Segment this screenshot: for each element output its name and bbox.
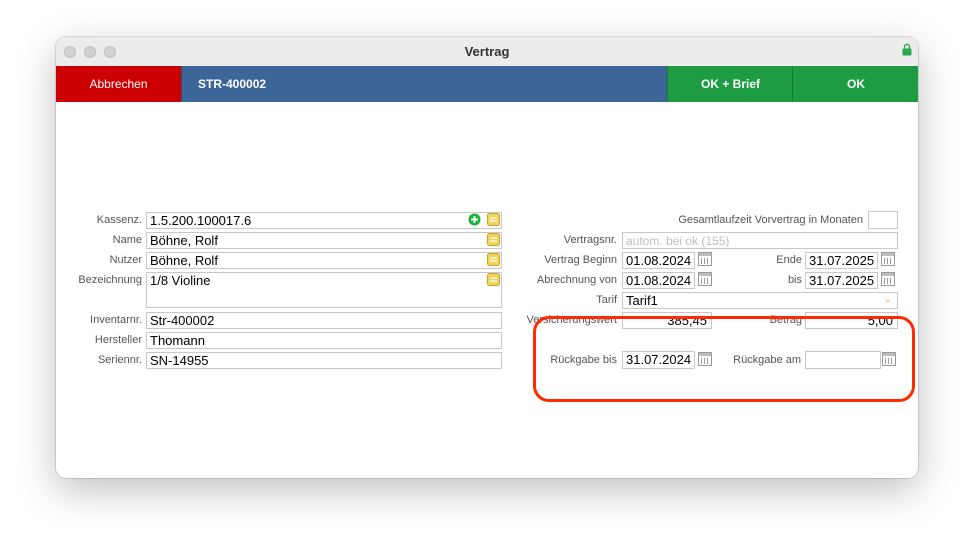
calendar-icon[interactable]	[881, 272, 895, 286]
name-label: Name	[112, 234, 142, 246]
bis-label: bis	[787, 274, 802, 286]
window-title: Vertrag	[464, 44, 510, 59]
calendar-icon[interactable]	[881, 252, 895, 266]
inventarnr-field[interactable]: Str-400002	[146, 312, 502, 329]
hersteller-label: Hersteller	[94, 334, 142, 346]
contract-window: Vertrag Abbrechen STR-400002 OK + Brief …	[56, 37, 918, 478]
vertrag-beginn-label: Vertrag Beginn	[544, 254, 617, 266]
rueckgabe-am-label: Rückgabe am	[733, 354, 801, 366]
versicherungswert-label: Versicherungswert	[526, 314, 618, 326]
cancel-button[interactable]: Abbrechen	[56, 66, 181, 102]
abrechnung-von-field[interactable]: 01.08.2024	[622, 272, 695, 289]
gesamtlaufzeit-label: Gesamtlaufzeit Vorvertrag in Monaten	[678, 214, 863, 226]
ende-field[interactable]: 31.07.2025	[805, 252, 878, 269]
betrag-label: Betrag	[769, 314, 802, 326]
add-icon[interactable]	[468, 213, 481, 226]
chevron-down-icon[interactable]: ⌄	[884, 295, 892, 304]
abrechnung-von-label: Abrechnung von	[536, 274, 617, 286]
lookup-icon[interactable]	[487, 273, 500, 286]
nutzer-field[interactable]: Böhne, Rolf	[146, 252, 502, 269]
ok-button[interactable]: OK	[792, 66, 918, 102]
kassenz-field[interactable]: 1.5.200.100017.6	[146, 212, 502, 229]
versicherungswert-field[interactable]: 385,45	[622, 312, 712, 329]
rueckgabe-bis-label: Rückgabe bis	[550, 354, 617, 366]
name-field[interactable]: Böhne, Rolf	[146, 232, 502, 249]
nutzer-label: Nutzer	[109, 254, 142, 266]
betrag-field[interactable]: 5,00	[805, 312, 898, 329]
calendar-icon[interactable]	[882, 352, 896, 366]
tarif-label: Tarif	[596, 294, 617, 306]
calendar-icon[interactable]	[698, 272, 712, 286]
seriennr-label: Seriennr.	[97, 354, 142, 366]
vertrag-beginn-field[interactable]: 01.08.2024	[622, 252, 695, 269]
vertragsnr-field[interactable]: autom. bei ok (155)	[622, 232, 898, 249]
lock-icon[interactable]	[902, 43, 912, 56]
ok-brief-button[interactable]: OK + Brief	[667, 66, 793, 102]
contract-id-bar: STR-400002	[181, 66, 667, 102]
lookup-icon[interactable]	[487, 253, 500, 266]
calendar-icon[interactable]	[698, 352, 712, 366]
action-toolbar: Abbrechen STR-400002 OK + Brief OK	[56, 66, 918, 102]
title-bar: Vertrag	[56, 37, 918, 67]
lookup-icon[interactable]	[487, 233, 500, 246]
gesamtlaufzeit-field[interactable]	[868, 211, 898, 229]
inventarnr-label: Inventarnr.	[90, 314, 142, 326]
bis-field[interactable]: 31.07.2025	[805, 272, 878, 289]
lookup-icon[interactable]	[487, 213, 500, 226]
bezeichnung-field[interactable]: 1/8 Violine	[146, 272, 502, 308]
calendar-icon[interactable]	[698, 252, 712, 266]
vertragsnr-label: Vertragsnr.	[563, 234, 617, 246]
bezeichnung-label: Bezeichnung	[78, 274, 142, 286]
tarif-select[interactable]: Tarif1	[622, 292, 898, 309]
kassenz-label: Kassenz.	[96, 214, 142, 226]
ende-label: Ende	[776, 254, 802, 266]
seriennr-field[interactable]: SN-14955	[146, 352, 502, 369]
rueckgabe-bis-field[interactable]: 31.07.2024	[622, 351, 695, 369]
rueckgabe-am-field[interactable]	[805, 351, 881, 369]
hersteller-field[interactable]: Thomann	[146, 332, 502, 349]
